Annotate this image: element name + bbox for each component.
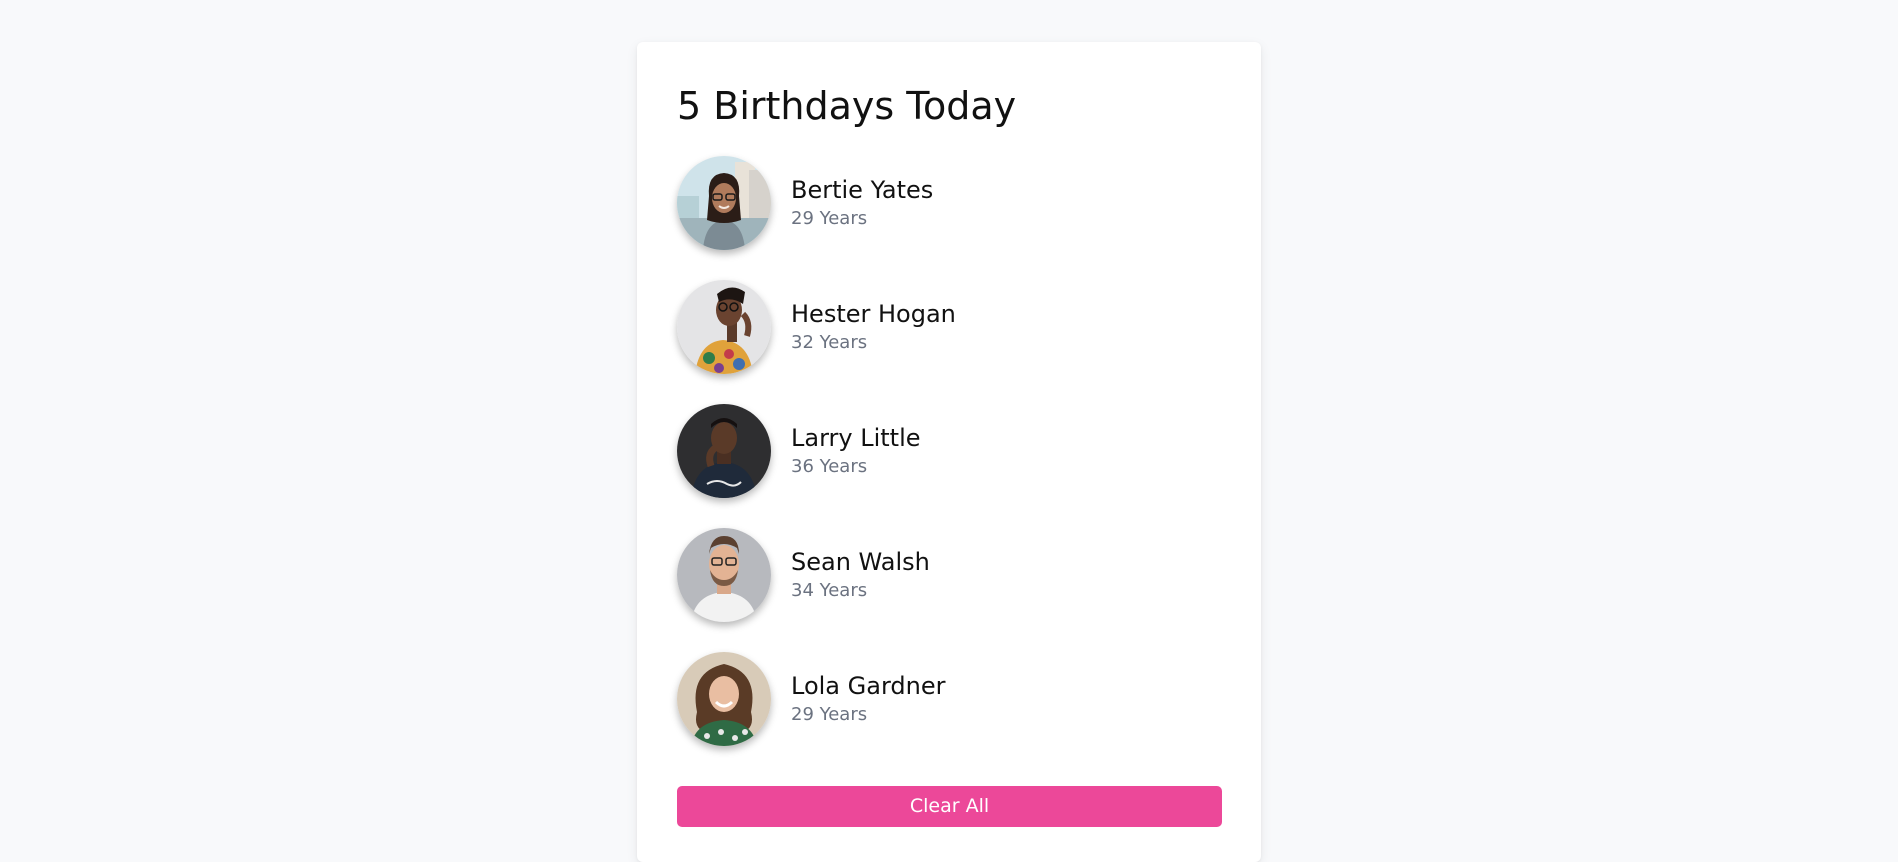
list-item: Larry Little 36 Years: [677, 404, 921, 498]
person-name: Larry Little: [791, 424, 921, 452]
person-age: 29 Years: [791, 208, 868, 229]
person-age: 29 Years: [791, 704, 868, 725]
person-age: 34 Years: [791, 580, 868, 601]
avatar-photo-icon: [677, 280, 771, 374]
avatar: [677, 280, 771, 374]
person-age: 36 Years: [791, 456, 868, 477]
avatar: [677, 652, 771, 746]
avatar-photo-icon: [677, 528, 771, 622]
avatar-photo-icon: [677, 156, 771, 250]
list-item: Bertie Yates 29 Years: [677, 156, 933, 250]
person-name: Sean Walsh: [791, 548, 930, 576]
birthday-card: 5 Birthdays Today Bertie Yates 29 Years: [637, 42, 1261, 862]
person-name: Lola Gardner: [791, 672, 946, 700]
avatar-photo-icon: [677, 652, 771, 746]
person-age: 32 Years: [791, 332, 868, 353]
person-name: Bertie Yates: [791, 176, 934, 204]
avatar: [677, 156, 771, 250]
avatar: [677, 528, 771, 622]
list-item: Hester Hogan 32 Years: [677, 280, 956, 374]
list-item: Sean Walsh 34 Years: [677, 528, 930, 622]
avatar: [677, 404, 771, 498]
list-item: Lola Gardner 29 Years: [677, 652, 945, 746]
page-title: 5 Birthdays Today: [677, 84, 1017, 128]
avatar-photo-icon: [677, 404, 771, 498]
clear-all-button[interactable]: Clear All: [677, 786, 1222, 827]
person-name: Hester Hogan: [791, 300, 956, 328]
